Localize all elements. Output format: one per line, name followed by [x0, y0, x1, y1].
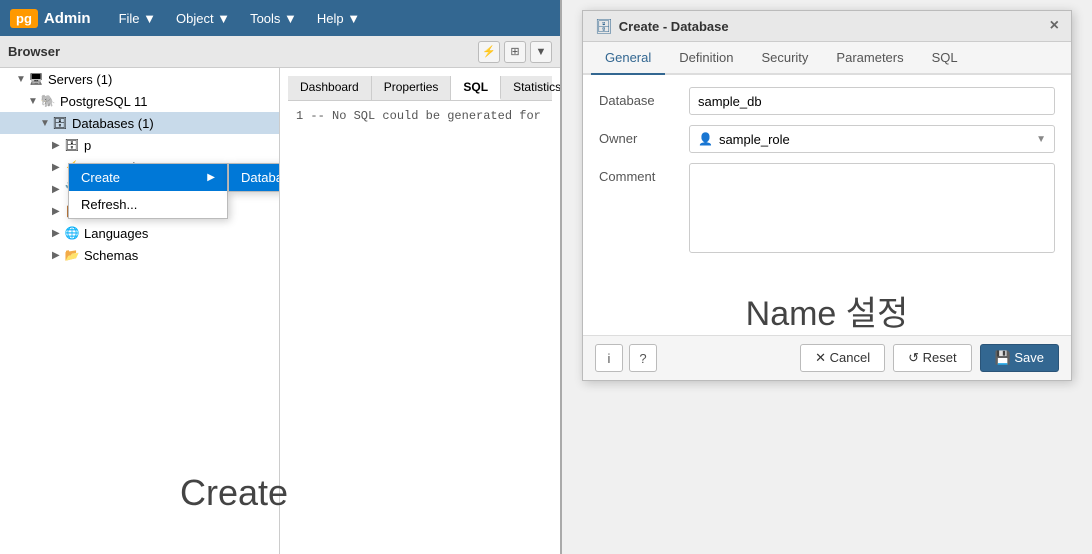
browser-header: Browser ⚡ ⊞ ▼ [0, 36, 560, 68]
dialog-title: Create - Database [619, 19, 729, 34]
dialog-tab-parameters[interactable]: Parameters [822, 42, 917, 75]
context-menu-create[interactable]: Create ▶ [69, 164, 227, 191]
tab-sql[interactable]: SQL [451, 76, 501, 100]
tree-item-postgresql[interactable]: ▼ 🐘 PostgreSQL 11 [0, 90, 279, 112]
dialog-db-icon: 🗄 [595, 18, 613, 35]
left-panel: pg Admin File ▼ Object ▼ Tools ▼ Help ▼ … [0, 0, 560, 554]
tree-item-db-p[interactable]: ▶ 🗄 p [0, 134, 279, 156]
pgadmin-logo: pg [10, 9, 38, 28]
dialog-tab-security[interactable]: Security [747, 42, 822, 75]
sub-menu: Database... [228, 163, 280, 192]
browser-label: Browser [8, 44, 60, 59]
create-database-dialog: 🗄 Create - Database × General Definition… [582, 10, 1072, 381]
owner-control[interactable]: 👤 sample_role ▼ [689, 125, 1055, 153]
footer-right: ✕ Cancel ↺ Reset 💾 Save [800, 344, 1059, 372]
dialog-tab-general[interactable]: General [591, 42, 665, 75]
sub-menu-database[interactable]: Database... [229, 164, 280, 191]
info-button[interactable]: i [595, 344, 623, 372]
dialog-footer: i ? ✕ Cancel ↺ Reset 💾 Save [583, 335, 1071, 380]
pgadmin-menu: File ▼ Object ▼ Tools ▼ Help ▼ [111, 7, 369, 30]
comment-control [689, 163, 1055, 256]
context-menu-refresh[interactable]: Refresh... [69, 191, 227, 218]
owner-dropdown-arrow[interactable]: ▼ [1036, 134, 1046, 145]
browser-filter-icon[interactable]: ▼ [530, 41, 552, 63]
annotation-create: Create [180, 472, 288, 514]
menu-tools[interactable]: Tools ▼ [242, 7, 305, 30]
browser-icons: ⚡ ⊞ ▼ [478, 41, 552, 63]
tree-item-languages[interactable]: ▶ 🌐 Languages [0, 222, 279, 244]
sql-tabs: Dashboard Properties SQL Statistics [288, 76, 552, 101]
dialog-close-button[interactable]: × [1050, 17, 1059, 35]
dialog-title-row: 🗄 Create - Database [595, 18, 729, 35]
database-label: Database [599, 87, 689, 108]
reset-button[interactable]: ↺ Reset [893, 344, 971, 372]
save-button[interactable]: 💾 Save [980, 344, 1059, 372]
owner-person-icon: 👤 [698, 132, 713, 146]
right-panel: 🗄 Create - Database × General Definition… [562, 0, 1092, 554]
pgadmin-bar: pg Admin File ▼ Object ▼ Tools ▼ Help ▼ [0, 0, 560, 36]
help-button[interactable]: ? [629, 344, 657, 372]
pgadmin-title: Admin [44, 10, 91, 27]
form-row-database: Database [599, 87, 1055, 115]
tab-statistics[interactable]: Statistics [501, 76, 560, 100]
dialog-body: Database Owner 👤 sample_role ▼ Comme [583, 75, 1071, 278]
comment-label: Comment [599, 163, 689, 184]
context-menu: Create ▶ Refresh... [68, 163, 228, 219]
tab-properties[interactable]: Properties [372, 76, 452, 100]
database-input[interactable] [689, 87, 1055, 115]
annotation-name: Name 설정 [583, 286, 1071, 335]
owner-value: sample_role [719, 132, 1036, 147]
dialog-tabs: General Definition Security Parameters S… [583, 42, 1071, 75]
owner-select[interactable]: 👤 sample_role ▼ [689, 125, 1055, 153]
menu-object[interactable]: Object ▼ [168, 7, 238, 30]
sql-panel: Dashboard Properties SQL Statistics 1 --… [280, 68, 560, 554]
menu-help[interactable]: Help ▼ [309, 7, 368, 30]
form-row-comment: Comment [599, 163, 1055, 256]
footer-left: i ? [595, 344, 657, 372]
dialog-tab-definition[interactable]: Definition [665, 42, 747, 75]
database-control [689, 87, 1055, 115]
sql-content: 1 -- No SQL could be generated for [288, 101, 552, 131]
tree-item-databases[interactable]: ▼ 🗄 Databases (1) [0, 112, 279, 134]
tree-item-schemas[interactable]: ▶ 📂 Schemas [0, 244, 279, 266]
menu-file[interactable]: File ▼ [111, 7, 164, 30]
dialog-header: 🗄 Create - Database × [583, 11, 1071, 42]
comment-textarea[interactable] [689, 163, 1055, 253]
browser-grid-icon[interactable]: ⊞ [504, 41, 526, 63]
owner-label: Owner [599, 125, 689, 146]
dialog-tab-sql[interactable]: SQL [918, 42, 972, 75]
cancel-button[interactable]: ✕ Cancel [800, 344, 885, 372]
tab-dashboard[interactable]: Dashboard [288, 76, 372, 100]
form-row-owner: Owner 👤 sample_role ▼ [599, 125, 1055, 153]
browser-lightning-icon[interactable]: ⚡ [478, 41, 500, 63]
tree-item-servers[interactable]: ▼ 🖥 Servers (1) [0, 68, 279, 90]
